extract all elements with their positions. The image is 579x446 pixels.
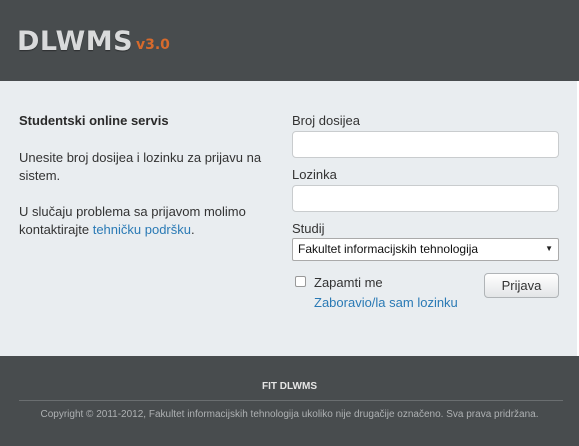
dosije-label: Broj dosijea bbox=[292, 113, 360, 128]
support-link[interactable]: tehničku podršku bbox=[93, 222, 191, 237]
logo[interactable]: DLWMS bbox=[17, 26, 133, 57]
lozinka-label: Lozinka bbox=[292, 167, 337, 182]
footer bbox=[0, 356, 579, 446]
studij-select[interactable]: Fakultet informacijskih tehnologija ▼ bbox=[292, 238, 559, 261]
info-support: U slučaju problema sa prijavom molimo ko… bbox=[19, 203, 279, 239]
studij-label: Studij bbox=[292, 221, 325, 236]
studij-selected-value: Fakultet informacijskih tehnologija bbox=[298, 242, 479, 256]
dropdown-arrow-icon: ▼ bbox=[545, 244, 553, 253]
remember-label[interactable]: Zapamti me bbox=[314, 275, 383, 290]
info-support-suffix: . bbox=[190, 222, 195, 237]
forgot-password-link[interactable]: Zaboravio/la sam lozinku bbox=[314, 295, 458, 310]
footer-copyright: Copyright © 2011-2012, Fakultet informac… bbox=[40, 409, 539, 420]
version-badge: v3.0 bbox=[136, 37, 170, 53]
remember-checkbox[interactable] bbox=[295, 276, 306, 287]
footer-divider bbox=[19, 400, 563, 401]
login-button[interactable]: Prijava bbox=[484, 273, 559, 298]
dosije-input[interactable] bbox=[292, 131, 559, 158]
lozinka-input[interactable] bbox=[292, 185, 559, 212]
info-instructions: Unesite broj dosijea i lozinku za prijav… bbox=[19, 150, 262, 183]
footer-title: FIT DLWMS bbox=[262, 381, 317, 392]
info-title: Studentski online servis bbox=[19, 113, 169, 128]
